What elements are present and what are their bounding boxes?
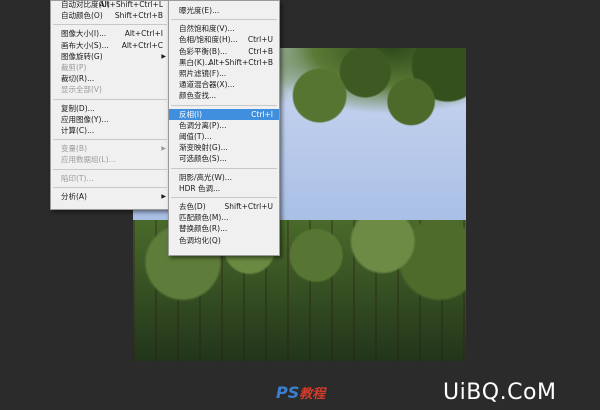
site-watermark: UiBQ.CoM — [443, 380, 557, 405]
menu-item-label: 可选颜色(S)... — [179, 154, 227, 164]
menu-item[interactable]: 可选颜色(S)... — [169, 153, 279, 164]
menu-item[interactable]: 复制(D)... — [51, 103, 169, 114]
menu-item-shortcut: Ctrl+U — [247, 35, 273, 45]
menu-item-shortcut: Shift+Ctrl+B — [114, 11, 163, 21]
image-menu: 自动对比度(U) Alt+Shift+Ctrl+L 自动颜色(O) Shift+Ctr… — [50, 0, 170, 210]
menu-item: 陷印(T)... — [51, 173, 169, 184]
menu-separator — [171, 19, 277, 21]
menu-separator — [53, 186, 167, 188]
menu-item-label: 应用图像(Y)... — [61, 114, 109, 124]
menu-item[interactable]: 阈值(T)... — [169, 131, 279, 142]
menu-item-label: 分析(A) — [61, 191, 87, 201]
menu-item[interactable]: 曝光度(E)... — [169, 5, 279, 16]
menu-item-label: 通道混合器(X)... — [179, 80, 235, 90]
menu-item-label: 陷印(T)... — [61, 173, 94, 183]
menu-item[interactable]: 自动对比度(U) Alt+Shift+Ctrl+L — [51, 0, 169, 10]
submenu-arrow-icon: ▶ — [161, 52, 166, 60]
submenu-arrow-icon: ▶ — [161, 192, 166, 200]
menu-item-label: 图像旋转(G) — [61, 51, 103, 61]
menu-item[interactable]: 匹配颜色(M)... — [169, 212, 279, 223]
menu-item-shortcut: Alt+Ctrl+C — [121, 40, 163, 50]
menu-item[interactable]: 自然饱和度(V)... — [169, 23, 279, 34]
menu-item[interactable]: 色相/饱和度(H)... Ctrl+U — [169, 34, 279, 45]
watermark-ps: PS — [276, 383, 300, 402]
ps-watermark: PS教程 — [276, 383, 325, 402]
menu-item-label: 色调分离(P)... — [179, 120, 227, 130]
menu-item-label: 色调均化(Q) — [179, 235, 221, 245]
menu-item[interactable]: 渐变映射(G)... — [169, 142, 279, 153]
menu-separator — [53, 98, 167, 100]
menu-item-label: 裁剪(P) — [61, 63, 87, 72]
menu-item[interactable]: HDR 色调... — [169, 183, 279, 194]
menu-item-label: 自然饱和度(V)... — [179, 24, 235, 34]
menu-item[interactable]: 自动颜色(O) Shift+Ctrl+B — [51, 10, 169, 21]
menu-item[interactable]: 替换颜色(R)... — [169, 223, 279, 234]
menu-separator — [171, 167, 277, 169]
menu-item: 裁剪(P) — [51, 62, 169, 73]
menu-item-shortcut: Alt+Shift+Ctrl+L — [99, 0, 163, 9]
menu-item-shortcut: Alt+Shift+Ctrl+B — [208, 57, 273, 67]
menu-item[interactable]: 通道混合器(X)... — [169, 79, 279, 90]
menu-item: 显示全部(V) — [51, 84, 169, 95]
menu-item-label: 显示全部(V) — [61, 85, 102, 95]
menu-item[interactable]: 图像大小(I)... Alt+Ctrl+I — [51, 28, 169, 39]
menu-item-label: 黑白(K)... — [179, 57, 212, 67]
menu-item-label: 反相(I) — [179, 109, 203, 119]
menu-item[interactable]: 应用图像(Y)... — [51, 114, 169, 125]
menu-item-label: 阴影/高光(W)... — [179, 172, 232, 182]
menu-item-shortcut: Ctrl+B — [248, 46, 273, 56]
menu-item-label: 色相/饱和度(H)... — [179, 35, 238, 45]
adjustments-submenu: 曝光度(E)... 自然饱和度(V)... 色相/饱和度(H)... Ctrl+U 色彩… — [168, 0, 280, 256]
menu-item-label: 匹配颜色(M)... — [179, 213, 229, 223]
menu-item-label: 色彩平衡(B)... — [179, 46, 228, 56]
menu-item-label: 照片滤镜(F)... — [179, 69, 227, 78]
menu-item-label: 曝光度(E)... — [179, 6, 220, 15]
menu-item[interactable]: 色调均化(Q) — [169, 235, 279, 246]
menu-item-shortcut: Alt+Ctrl+I — [124, 29, 163, 39]
menu-item-label: 画布大小(S)... — [61, 40, 109, 50]
menu-separator — [53, 139, 167, 141]
menu-item[interactable]: 黑白(K)... Alt+Shift+Ctrl+B — [169, 57, 279, 68]
menu-item[interactable]: 去色(D) Shift+Ctrl+U — [169, 201, 279, 212]
menu-item-label: 裁切(R)... — [61, 74, 95, 84]
menu-item[interactable]: 颜色查找... — [169, 90, 279, 101]
menu-item-label: 图像大小(I)... — [61, 29, 107, 39]
menu-item-shortcut: Shift+Ctrl+U — [224, 202, 273, 211]
menu-separator — [171, 197, 277, 198]
menu-item-label: 替换颜色(R)... — [179, 224, 228, 234]
menu-item-shortcut: Ctrl+I — [251, 109, 273, 119]
menu-item[interactable]: 裁切(R)... — [51, 73, 169, 84]
menu-separator — [53, 168, 167, 170]
tree-canopy — [282, 48, 466, 167]
menu-item-label: 变量(B) — [61, 144, 87, 154]
menu-item: 变量(B) ▶ — [51, 143, 169, 154]
menu-item[interactable]: 画布大小(S)... Alt+Ctrl+C — [51, 40, 169, 51]
menu-item[interactable]: 阴影/高光(W)... — [169, 172, 279, 183]
menu-item-label: 颜色查找... — [179, 91, 217, 101]
menu-item-label: 阈值(T)... — [179, 132, 212, 141]
menu-item[interactable]: 色彩平衡(B)... Ctrl+B — [169, 46, 279, 57]
menu-item[interactable]: 照片滤镜(F)... — [169, 68, 279, 79]
watermark-ps2: 教程 — [299, 387, 326, 402]
menu-item-label: HDR 色调... — [179, 183, 221, 193]
menu-item[interactable]: 图像旋转(G) ▶ — [51, 51, 169, 62]
menu-item-label: 渐变映射(G)... — [179, 143, 228, 153]
submenu-arrow-icon: ▶ — [161, 145, 166, 153]
menu-item[interactable]: 色调分离(P)... — [169, 120, 279, 131]
menu-item-label: 去色(D) — [179, 202, 206, 211]
menu-item[interactable]: 反相(I) Ctrl+I — [169, 108, 279, 120]
menu-separator — [171, 104, 277, 106]
menu-item[interactable]: 计算(C)... — [51, 125, 169, 136]
menu-item-label: 自动颜色(O) — [61, 11, 103, 21]
menu-item[interactable]: 分析(A) ▶ — [51, 191, 169, 202]
menu-item-label: 计算(C)... — [61, 126, 95, 135]
menu-item-label: 复制(D)... — [61, 103, 95, 113]
menu-item-label: 应用数据组(L)... — [61, 155, 116, 165]
menu-separator — [53, 24, 167, 26]
menu-item: 应用数据组(L)... — [51, 154, 169, 165]
